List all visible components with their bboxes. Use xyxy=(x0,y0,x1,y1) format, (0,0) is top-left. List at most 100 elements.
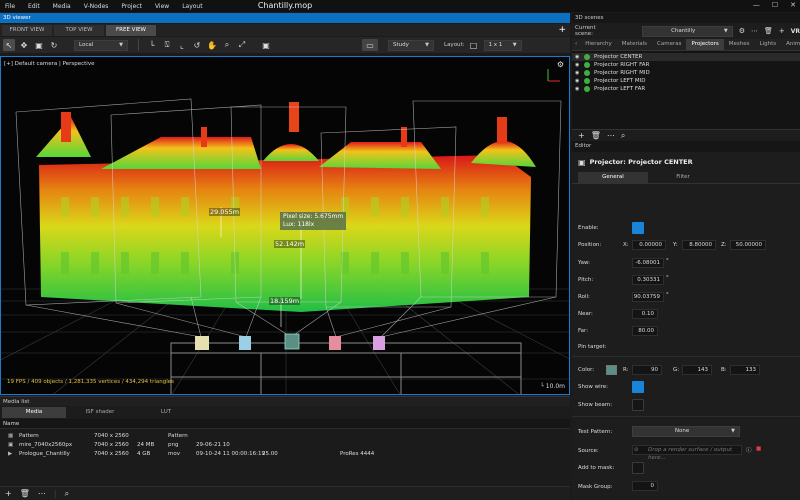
vr-headset-icon[interactable]: ▭ xyxy=(362,39,378,51)
chevron-down-icon: ▼ xyxy=(731,428,735,434)
fit-icon[interactable]: ⤢ xyxy=(236,39,248,51)
eye-icon[interactable]: ◉ xyxy=(575,70,584,76)
show-wire-checkbox[interactable] xyxy=(632,381,644,393)
tab-free-view[interactable]: FREE VIEW xyxy=(106,25,156,36)
tab-lut[interactable]: LUT xyxy=(134,407,198,418)
frame-icon[interactable]: ⌞ xyxy=(176,39,188,51)
position-z-input[interactable]: 50.00000 xyxy=(730,240,766,250)
right-panel: 3D scenes Current scene: Chantilly ▼ ⚙ ⋯ … xyxy=(572,13,800,500)
tab-materials[interactable]: Materials xyxy=(617,39,652,50)
trash-icon[interactable]: 🗑 xyxy=(20,489,30,498)
move-tool-icon[interactable]: ✥ xyxy=(18,39,30,51)
projector-name: Projector CENTER xyxy=(594,54,643,60)
list-item[interactable]: ◉ Projector LEFT FAR xyxy=(572,85,800,93)
eye-icon[interactable]: ◉ xyxy=(575,54,584,60)
trash-icon[interactable]: 🗑 xyxy=(764,27,773,35)
table-row[interactable]: ▦ Pattern 7040 x 2560 Pattern xyxy=(0,431,570,440)
snap-corner-icon[interactable]: └ xyxy=(146,39,158,51)
yaw-input[interactable]: -6.08001 xyxy=(632,258,664,268)
table-row[interactable]: ▶ Prologue_Chantilly 7040 x 2560 4 GB mo… xyxy=(0,449,570,458)
test-pattern-dropdown[interactable]: None ▼ xyxy=(632,426,740,437)
mask-group-input[interactable]: 0 xyxy=(632,481,658,491)
tab-hierarchy[interactable]: Hierarchy xyxy=(580,39,617,50)
space-dropdown[interactable]: Local ▼ xyxy=(74,39,128,51)
tab-general[interactable]: General xyxy=(578,172,648,183)
status-dot-icon xyxy=(584,70,590,76)
show-beam-checkbox[interactable] xyxy=(632,399,644,411)
eye-icon[interactable]: ◉ xyxy=(575,86,584,92)
camera-label[interactable]: [+] Default camera | Perspective xyxy=(4,61,94,67)
add-to-mask-checkbox[interactable] xyxy=(632,462,644,474)
enable-checkbox[interactable] xyxy=(632,222,644,234)
search-icon[interactable]: ⌕ xyxy=(65,489,69,499)
pan-hand-icon[interactable]: ✋ xyxy=(206,39,218,51)
tab-projectors[interactable]: Projectors xyxy=(686,39,724,50)
editor-heading-text: Projector: Projector CENTER xyxy=(589,158,693,166)
roll-input[interactable]: 90.03759 xyxy=(632,292,664,302)
trash-icon[interactable]: 🗑 xyxy=(591,131,601,140)
pitch-input[interactable]: 0.30331 xyxy=(632,275,664,285)
projector-name: Projector LEFT MID xyxy=(594,78,646,84)
close-icon[interactable]: ✕ xyxy=(790,1,796,9)
camera-icon[interactable]: ▣ xyxy=(260,39,272,51)
color-swatch[interactable] xyxy=(606,365,617,375)
render-stats: 19 FPS / 409 objects / 1,281,335 vertice… xyxy=(7,379,174,385)
search-icon[interactable]: ⌕ xyxy=(621,131,625,141)
more-icon[interactable]: ⋯ xyxy=(38,489,46,498)
color-g-input[interactable]: 143 xyxy=(682,365,712,375)
vr-button[interactable]: VR xyxy=(791,28,800,35)
list-item[interactable]: ◉ Projector RIGHT MID xyxy=(572,69,800,77)
current-scene-dropdown[interactable]: Chantilly ▼ xyxy=(641,25,733,37)
tab-media[interactable]: Media xyxy=(2,407,66,418)
add-view-icon[interactable]: + xyxy=(558,25,566,36)
degree-symbol: ° xyxy=(666,275,669,281)
color-r-input[interactable]: 90 xyxy=(632,365,662,375)
tab-lights[interactable]: Lights xyxy=(755,39,782,50)
r-label: R: xyxy=(623,367,629,373)
chevron-down-icon: ▼ xyxy=(512,41,517,48)
table-row[interactable]: ▣ mire_7040x2560px 7040 x 2560 24 MB png… xyxy=(0,440,570,449)
layout-dropdown[interactable]: 1 x 1 ▼ xyxy=(483,39,522,51)
tab-anim[interactable]: Anim xyxy=(781,39,800,50)
add-icon[interactable]: + xyxy=(779,27,785,35)
rotate-tool-icon[interactable]: ↻ xyxy=(48,39,60,51)
tab-cameras[interactable]: Cameras xyxy=(652,39,686,50)
eye-icon[interactable]: ◉ xyxy=(575,62,584,68)
add-icon[interactable]: + xyxy=(5,489,12,498)
info-icon[interactable]: ⓘ xyxy=(746,446,752,454)
tab-front-view[interactable]: FRONT VIEW xyxy=(2,25,52,36)
tab-isf-shader[interactable]: ISF shader xyxy=(68,407,132,418)
tab-filter[interactable]: Filter xyxy=(648,172,718,183)
tab-meshes[interactable]: Meshes xyxy=(724,39,755,50)
measure-icon[interactable]: ⍂ xyxy=(161,39,173,51)
clear-icon[interactable]: ⊘ xyxy=(634,447,639,453)
near-input[interactable]: 0.10 xyxy=(632,309,658,319)
orbit-icon[interactable]: ↺ xyxy=(191,39,203,51)
far-input[interactable]: 80.00 xyxy=(632,326,658,336)
list-item[interactable]: ◉ Projector RIGHT FAR xyxy=(572,61,800,69)
color-b-input[interactable]: 133 xyxy=(730,365,760,375)
zoom-icon[interactable]: ⌕ xyxy=(221,39,233,51)
eye-icon[interactable]: ◉ xyxy=(575,78,584,84)
measure-label: 52.142m xyxy=(274,240,306,248)
position-x-input[interactable]: 0.00000 xyxy=(632,240,666,250)
source-drop-field[interactable]: Drop a render surface / output here... xyxy=(632,445,742,461)
gear-icon[interactable]: ⚙ xyxy=(557,60,564,69)
gear-icon[interactable]: ⚙ xyxy=(739,27,745,35)
media-size: 24 MB xyxy=(137,441,155,448)
add-icon[interactable]: + xyxy=(578,131,585,140)
scale-tool-icon[interactable]: ▣ xyxy=(33,39,45,51)
tab-top-view[interactable]: TOP VIEW xyxy=(54,25,104,36)
list-item[interactable]: ◉ Projector LEFT MID xyxy=(572,77,800,85)
select-tool-icon[interactable]: ↖ xyxy=(3,39,15,51)
more-icon[interactable]: ⋯ xyxy=(607,131,615,140)
list-item[interactable]: ◉ Projector CENTER xyxy=(572,53,800,61)
minimize-icon[interactable]: — xyxy=(753,1,760,9)
position-y-input[interactable]: 8.80000 xyxy=(682,240,716,250)
maximize-icon[interactable]: ☐ xyxy=(772,1,778,9)
more-icon[interactable]: ⋯ xyxy=(751,27,758,35)
3d-viewport[interactable]: [+] Default camera | Perspective ⚙ 29.05… xyxy=(0,56,570,395)
mode-dropdown[interactable]: Study ▼ xyxy=(388,39,434,51)
layout-grid-icon[interactable]: □ xyxy=(468,39,480,51)
tab-arrow-icon[interactable]: ‹ xyxy=(572,39,580,50)
